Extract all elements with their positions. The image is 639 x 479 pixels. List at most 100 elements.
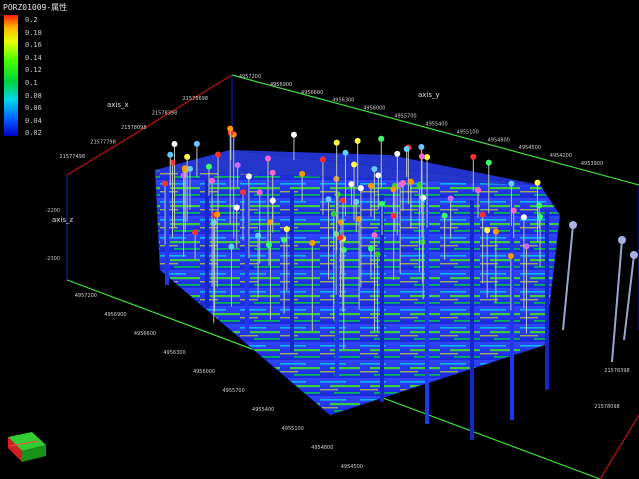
well-head-marker[interactable] <box>367 182 374 189</box>
well-head-marker[interactable] <box>390 212 397 219</box>
well-head-marker[interactable] <box>209 177 216 184</box>
well-head-marker[interactable] <box>447 195 454 202</box>
well-trajectory[interactable] <box>623 254 635 341</box>
well-head-marker[interactable] <box>193 140 200 147</box>
legend-tick: 0.12 <box>25 66 42 75</box>
well-head-marker[interactable] <box>479 211 486 218</box>
well-head-marker[interactable] <box>233 204 240 211</box>
well-head-marker[interactable] <box>330 210 337 217</box>
well-head-marker[interactable] <box>507 253 514 260</box>
well-head-marker[interactable] <box>484 227 491 234</box>
well-head-marker[interactable] <box>475 187 482 194</box>
well-trajectory[interactable] <box>611 239 623 363</box>
well-head-marker[interactable] <box>441 212 448 219</box>
y-tick: 4954500 <box>519 145 541 151</box>
well-head-marker[interactable] <box>492 228 499 235</box>
legend-tick: 0.06 <box>25 104 42 113</box>
well-head-marker[interactable] <box>333 139 340 146</box>
well-head-marker[interactable] <box>283 226 290 233</box>
y-tick: 4955400 <box>425 121 447 127</box>
legend-tick: 0.04 <box>25 116 42 125</box>
well-head-marker[interactable] <box>264 155 271 162</box>
well-head-marker[interactable] <box>379 200 386 207</box>
well-head-marker[interactable] <box>630 251 638 259</box>
y-tick: 4956600 <box>134 331 156 337</box>
well-head-marker[interactable] <box>371 165 378 172</box>
well-head-marker[interactable] <box>290 131 297 138</box>
well-head-marker[interactable] <box>269 197 276 204</box>
axis-z-label: axis_z <box>52 216 74 224</box>
well-head-marker[interactable] <box>418 153 425 160</box>
well-head-marker[interactable] <box>342 149 349 156</box>
well-head-marker[interactable] <box>537 213 544 220</box>
well-head-marker[interactable] <box>210 219 217 226</box>
well-head-marker[interactable] <box>351 161 358 168</box>
well-head-marker[interactable] <box>371 232 378 239</box>
well-head-marker[interactable] <box>470 153 477 160</box>
well-head-marker[interactable] <box>424 154 431 161</box>
well-head-marker[interactable] <box>245 173 252 180</box>
section-panel <box>245 185 249 330</box>
well-head-marker[interactable] <box>205 163 212 170</box>
well-head-marker[interactable] <box>348 181 355 188</box>
well-head-marker[interactable] <box>228 243 235 250</box>
well-head-marker[interactable] <box>234 162 241 169</box>
section-panel <box>290 190 294 352</box>
well-head-marker[interactable] <box>569 221 577 229</box>
well-head-marker[interactable] <box>309 240 316 247</box>
well-trajectory[interactable] <box>562 224 574 331</box>
well-head-marker[interactable] <box>419 239 426 246</box>
orientation-gizmo-icon[interactable] <box>8 432 46 462</box>
well-head-marker[interactable] <box>266 241 273 248</box>
well-head-marker[interactable] <box>618 236 626 244</box>
well-head-marker[interactable] <box>485 159 492 166</box>
y-tick: 4956900 <box>104 312 126 318</box>
well-head-marker[interactable] <box>378 135 385 142</box>
well-head-marker[interactable] <box>420 194 427 201</box>
well-head-marker[interactable] <box>215 151 222 158</box>
well-head-marker[interactable] <box>325 196 332 203</box>
y-tick: 4956000 <box>193 369 215 375</box>
well-head-marker[interactable] <box>255 232 262 239</box>
well-head-marker[interactable] <box>180 172 187 179</box>
well-head-marker[interactable] <box>520 214 527 221</box>
well-head-marker[interactable] <box>334 191 341 198</box>
well-head-marker[interactable] <box>256 189 263 196</box>
section-panel <box>165 180 169 285</box>
viewport-3d[interactable]: axis_x axis_y axis_z -2200 -2300 2157869… <box>0 0 639 479</box>
well-head-marker[interactable] <box>214 211 221 218</box>
well-head-marker[interactable] <box>162 180 169 187</box>
well-head-marker[interactable] <box>407 178 414 185</box>
well-head-marker[interactable] <box>418 144 425 151</box>
well-head-marker[interactable] <box>192 229 199 236</box>
legend-tick: 0.08 <box>25 91 42 100</box>
well-head-marker[interactable] <box>367 245 374 252</box>
well-head-marker[interactable] <box>508 180 515 187</box>
well-head-marker[interactable] <box>240 189 247 196</box>
well-head-marker[interactable] <box>227 125 234 132</box>
well-head-marker[interactable] <box>390 186 397 193</box>
well-head-marker[interactable] <box>534 179 541 186</box>
well-head-marker[interactable] <box>319 156 326 163</box>
well-head-marker[interactable] <box>167 151 174 158</box>
well-head-marker[interactable] <box>399 180 406 187</box>
y-tick: 4953900 <box>581 161 603 167</box>
well-head-marker[interactable] <box>357 185 364 192</box>
well-head-marker[interactable] <box>354 137 361 144</box>
well-head-marker[interactable] <box>184 153 191 160</box>
well-head-marker[interactable] <box>281 236 288 243</box>
well-head-marker[interactable] <box>171 141 178 148</box>
well-head-marker[interactable] <box>375 172 382 179</box>
well-head-marker[interactable] <box>536 202 543 209</box>
well-head-marker[interactable] <box>299 170 306 177</box>
well-head-marker[interactable] <box>394 150 401 157</box>
well-head-marker[interactable] <box>374 251 381 258</box>
3d-scene[interactable]: axis_x axis_y axis_z -2200 -2300 2157869… <box>0 0 639 479</box>
well-head-marker[interactable] <box>269 169 276 176</box>
well-head-marker[interactable] <box>337 234 344 241</box>
well-head-marker[interactable] <box>340 246 347 253</box>
x-tick: 21578098 <box>594 404 619 410</box>
fence-diagram[interactable] <box>154 150 561 416</box>
section-panel <box>470 200 474 440</box>
well-head-marker[interactable] <box>403 146 410 153</box>
